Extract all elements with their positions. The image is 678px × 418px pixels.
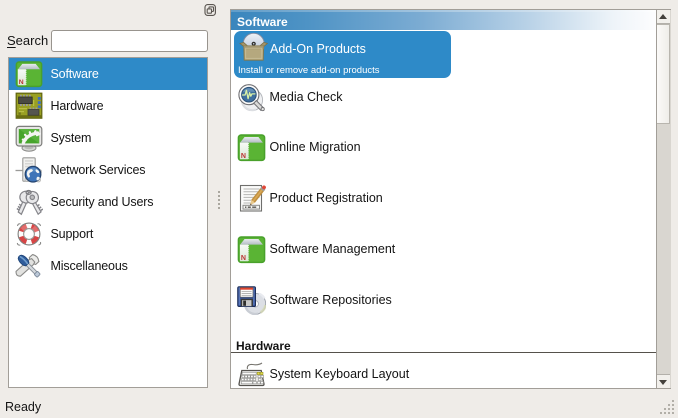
svg-text:N: N: [19, 79, 24, 86]
svg-text:N: N: [241, 255, 246, 262]
svg-text:N: N: [241, 153, 246, 160]
